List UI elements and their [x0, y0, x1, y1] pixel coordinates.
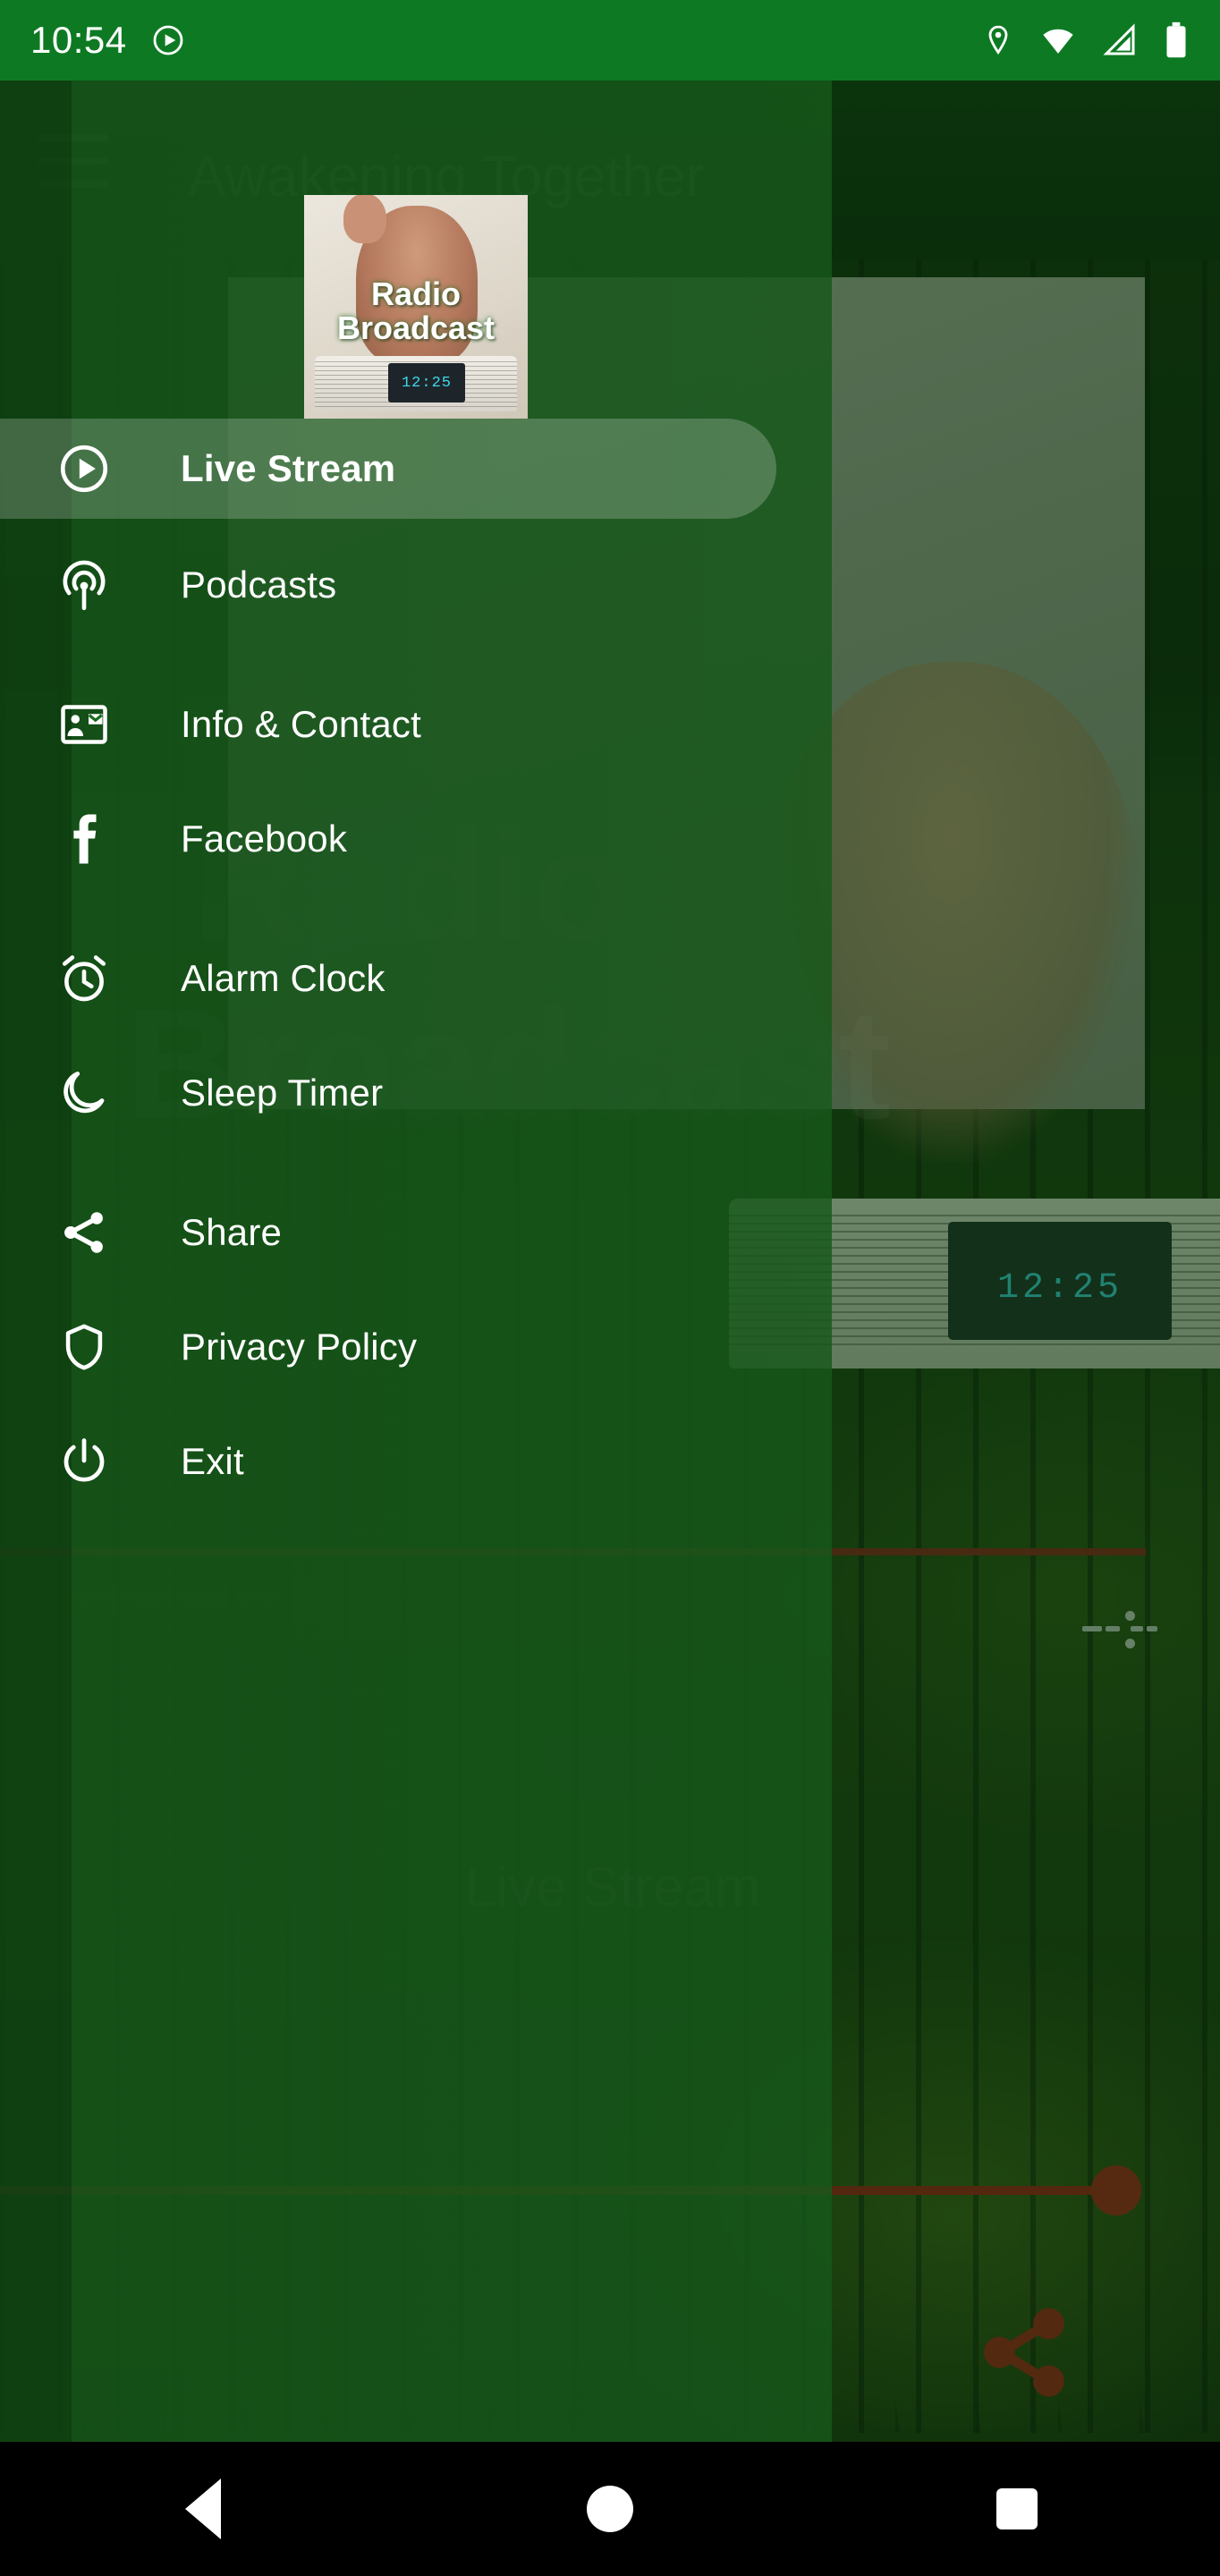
eq-bar-1 — [1082, 1626, 1102, 1631]
drawer-spacer — [0, 633, 832, 676]
home-button[interactable] — [556, 2469, 664, 2549]
volume-slider-knob[interactable] — [1091, 2165, 1141, 2216]
recents-button[interactable] — [963, 2469, 1071, 2549]
drawer-item-exit[interactable]: Exit — [0, 1413, 832, 1510]
eq-dot-top — [1125, 1611, 1135, 1621]
drawer-item-label: Share — [181, 1211, 283, 1253]
buddha-head-graphic — [343, 195, 386, 243]
drawer-logo-image: 12:25 Radio Broadcast — [304, 195, 528, 419]
battery-icon — [1163, 21, 1190, 59]
phone-screen: 12:25 Awakening Together Radio Broadcast… — [0, 0, 1220, 2576]
power-icon — [52, 1429, 116, 1494]
alarm-clock-icon — [52, 946, 116, 1011]
shield-icon — [52, 1315, 116, 1379]
drawer-item-alarm-clock[interactable]: Alarm Clock — [0, 930, 832, 1027]
recents-square-icon — [995, 2488, 1038, 2529]
drawer-spacer — [0, 1027, 832, 1045]
drawer-spacer — [0, 1281, 832, 1299]
drawer-item-label: Alarm Clock — [181, 957, 385, 999]
eq-bar-4 — [1147, 1626, 1157, 1631]
drawer-item-label: Podcasts — [181, 564, 337, 606]
drawer-item-podcasts[interactable]: Podcasts — [0, 537, 832, 633]
location-icon — [982, 24, 1014, 56]
drawer-item-sleep-timer[interactable]: Sleep Timer — [0, 1045, 832, 1141]
drawer-spacer — [0, 773, 832, 791]
podcast-icon — [52, 553, 116, 617]
wifi-icon — [1039, 21, 1077, 59]
cellular-signal-icon — [1102, 22, 1138, 58]
equalizer-icon[interactable] — [1082, 1610, 1157, 1648]
eq-bar-3 — [1131, 1626, 1143, 1631]
drawer-logo-caption-line2: Broadcast — [336, 309, 496, 346]
drawer-item-label: Sleep Timer — [181, 1072, 384, 1114]
radio-clock-display: 12:25 — [388, 363, 465, 402]
drawer-spacer — [0, 887, 832, 930]
drawer-header: 12:25 Radio Broadcast — [0, 80, 832, 419]
radio-clock-value: 12:25 — [996, 1268, 1123, 1309]
drawer-item-info-contact[interactable]: Info & Contact — [0, 676, 832, 773]
drawer-spacer — [0, 519, 832, 537]
drawer-item-label: Facebook — [181, 818, 348, 860]
home-circle-icon — [586, 2486, 633, 2532]
facebook-icon — [52, 807, 116, 871]
drawer-item-live-stream[interactable]: Live Stream — [0, 419, 776, 519]
status-bar-icons — [982, 21, 1190, 59]
drawer-logo-caption-line1: Radio — [370, 275, 461, 312]
status-bar-clock: 10:54 — [30, 19, 127, 61]
cast-play-icon — [150, 22, 186, 58]
share-icon — [52, 1200, 116, 1265]
status-bar: 10:54 — [0, 0, 1220, 80]
radio-clock-display: 12:25 — [948, 1222, 1172, 1340]
back-button[interactable] — [149, 2469, 257, 2549]
drawer-item-privacy-policy[interactable]: Privacy Policy — [0, 1299, 832, 1395]
drawer-spacer — [0, 1141, 832, 1184]
eq-bar-2 — [1106, 1626, 1120, 1631]
back-triangle-icon — [185, 2479, 222, 2539]
drawer-item-facebook[interactable]: Facebook — [0, 791, 832, 887]
play-circle-icon — [52, 436, 116, 501]
drawer-item-label: Privacy Policy — [181, 1326, 418, 1368]
drawer-item-label: Exit — [181, 1440, 244, 1482]
android-navigation-bar — [0, 2442, 1220, 2576]
navigation-drawer: 12:25 Radio Broadcast Live Stream Podcas… — [0, 80, 832, 2442]
contact-card-icon — [52, 692, 116, 757]
drawer-item-label: Info & Contact — [181, 703, 421, 745]
eq-dot-bottom — [1125, 1639, 1135, 1648]
radio-clock-value: 12:25 — [401, 375, 452, 392]
drawer-logo-caption: Radio Broadcast — [304, 277, 528, 345]
drawer-item-label: Live Stream — [181, 447, 396, 489]
radio-device-graphic: 12:25 — [315, 356, 517, 411]
drawer-item-share[interactable]: Share — [0, 1184, 832, 1281]
moon-icon — [52, 1061, 116, 1125]
drawer-spacer — [0, 1395, 832, 1413]
share-icon[interactable] — [975, 2303, 1073, 2402]
